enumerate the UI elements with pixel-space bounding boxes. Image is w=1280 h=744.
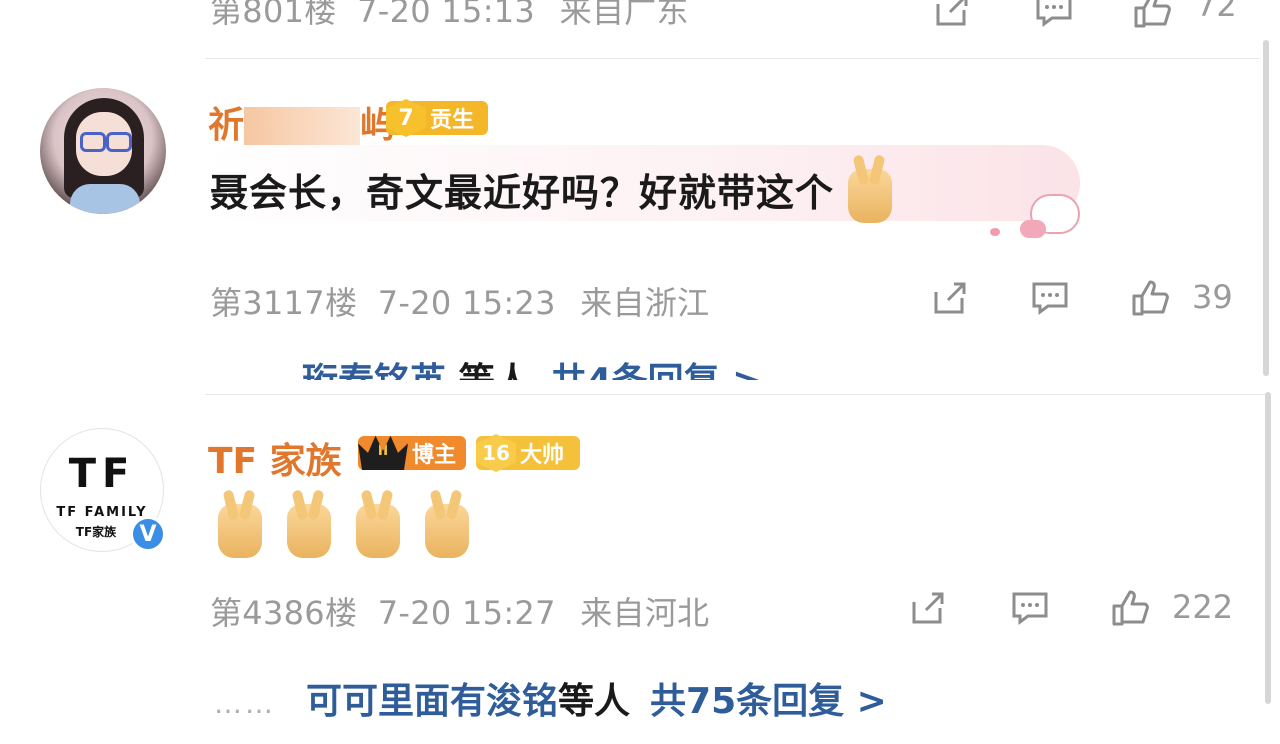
level-number: 7	[386, 99, 426, 137]
avatar-glasses	[106, 132, 132, 152]
top-comment-meta: 第801楼 7-20 15:13 来自广东	[210, 0, 689, 32]
share-icon	[912, 592, 944, 624]
like-count: 72	[1196, 0, 1237, 24]
comment-button[interactable]	[1032, 0, 1076, 32]
comment-icon	[1012, 592, 1048, 625]
like-count: 39	[1192, 278, 1233, 316]
victory-hand-icon	[848, 168, 893, 223]
thumbs-up-icon	[1132, 280, 1169, 316]
username-mask	[244, 107, 361, 147]
time-label: 7-20 15:13	[357, 0, 536, 30]
blogger-badge[interactable]: II 博主	[358, 435, 466, 470]
share-icon	[936, 0, 968, 26]
victory-hand-icon	[287, 504, 332, 558]
repost-button[interactable]	[928, 276, 972, 320]
floor-label: 第801楼	[210, 0, 337, 30]
scrollbar[interactable]	[1265, 392, 1271, 704]
floor-label: 第4386楼	[210, 594, 358, 632]
comment-button[interactable]	[1008, 586, 1052, 630]
like-button[interactable]	[1108, 586, 1152, 630]
share-icon	[934, 282, 966, 314]
location-label: 来自河北	[580, 594, 710, 632]
time-label: 7-20 15:27	[377, 594, 556, 632]
reply-summary[interactable]: ……珩春铭茧 等人共4条回复 >	[210, 352, 762, 380]
thumbs-up-icon	[1134, 0, 1171, 28]
avatar-glasses	[80, 132, 106, 152]
repost-button[interactable]	[906, 586, 950, 630]
candy	[1020, 220, 1046, 238]
thumbs-up-icon	[1112, 590, 1149, 626]
level-badge[interactable]: 16 大帅	[476, 434, 580, 472]
victory-hand-icon	[425, 504, 470, 558]
victory-hand-icon	[218, 504, 262, 558]
scrollbar[interactable]	[1263, 40, 1269, 376]
badge-label: 大帅	[520, 443, 565, 468]
comment-text: 聂会长，奇文最近好吗？好就带这个	[210, 162, 912, 223]
cat-sticker-icon	[990, 184, 1084, 240]
username[interactable]: 祈屿	[208, 96, 396, 148]
comment-button[interactable]	[1028, 276, 1072, 320]
level-number: 16	[476, 434, 516, 472]
comment-icon	[1032, 282, 1068, 315]
time-label: 7-20 15:23	[377, 284, 556, 322]
like-count: 222	[1172, 588, 1234, 626]
user-avatar[interactable]	[40, 88, 166, 214]
emoji-row	[218, 504, 489, 558]
repost-button[interactable]	[930, 0, 974, 32]
reply-row-clip: ……珩春铭茧 等人共4条回复 >	[200, 350, 1080, 380]
reply-summary[interactable]: …… 可可里面有浚铭等人 共75条回复 >	[214, 672, 887, 724]
badge-label: 贡生	[430, 108, 475, 133]
floor-label: 第3117楼	[210, 284, 358, 322]
verified-badge: V	[130, 516, 166, 552]
username[interactable]: TF 家族	[208, 432, 342, 484]
like-button[interactable]	[1128, 276, 1172, 320]
divider	[205, 394, 1265, 395]
level-badge[interactable]: 7 贡生	[386, 99, 488, 137]
avatar-shirt	[70, 184, 140, 214]
like-button[interactable]	[1130, 0, 1174, 32]
location-label: 来自广东	[559, 0, 689, 30]
location-label: 来自浙江	[580, 284, 710, 322]
divider	[205, 58, 1260, 59]
heart	[990, 228, 1000, 236]
crown-icon: II	[358, 435, 408, 470]
victory-hand-icon	[356, 504, 401, 558]
avatar-logo: TF	[68, 451, 136, 497]
comment-meta: 第3117楼 7-20 15:23 来自浙江	[210, 278, 709, 324]
badge-label: 博主	[412, 443, 457, 468]
comment-icon	[1036, 0, 1072, 27]
comment-meta: 第4386楼 7-20 15:27 来自河北	[210, 588, 709, 634]
